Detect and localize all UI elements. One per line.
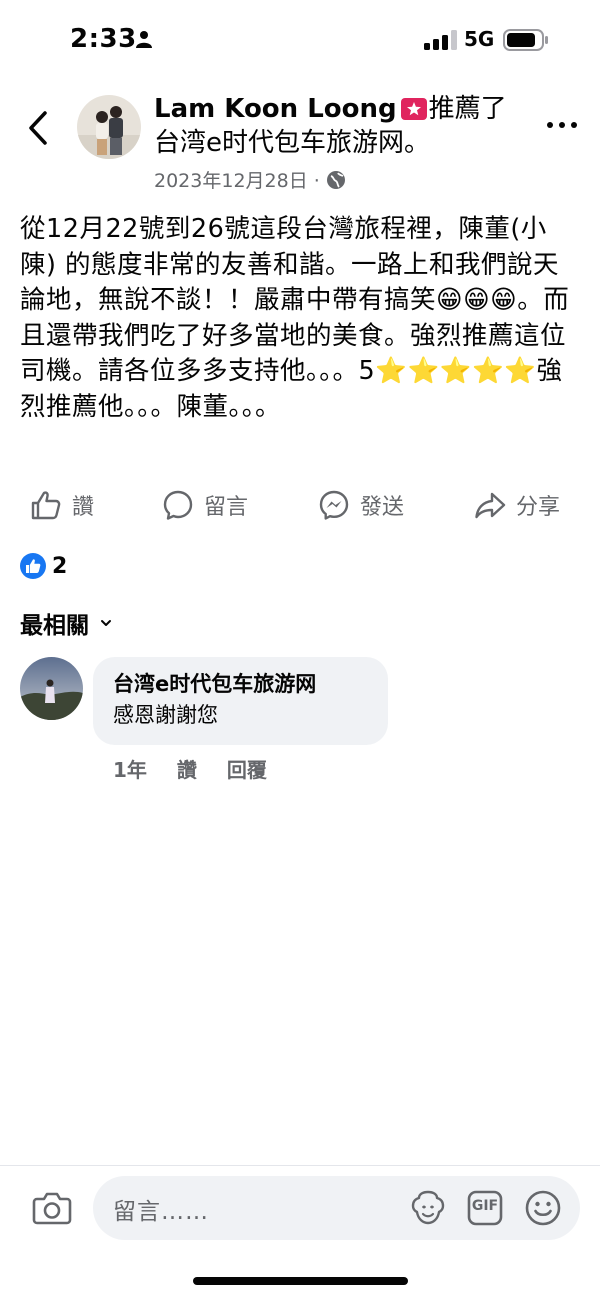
status-time: 2:33 bbox=[70, 24, 137, 54]
composer-divider bbox=[0, 1165, 600, 1166]
more-options-button[interactable] bbox=[540, 113, 584, 137]
home-indicator[interactable] bbox=[193, 1277, 408, 1285]
post-body: 從12月22號到26號這段台灣旅程裡，陳董(小陳) 的態度非常的友善和諧。一路上… bbox=[20, 214, 570, 422]
comment-sort-dropdown[interactable]: 最相關 bbox=[20, 606, 113, 640]
post-meta: 2023年12月28日 · bbox=[154, 166, 514, 193]
like-reaction-icon bbox=[20, 553, 46, 579]
reaction-count: 2 bbox=[52, 553, 68, 579]
thumbs-up-icon bbox=[31, 491, 61, 520]
share-arrow-icon bbox=[475, 492, 506, 519]
camera-icon bbox=[32, 1192, 72, 1225]
send-label: 發送 bbox=[360, 495, 405, 520]
avatar-sticker-icon[interactable] bbox=[409, 1190, 447, 1226]
commenter-avatar[interactable] bbox=[20, 657, 83, 720]
comment-bubble-icon bbox=[163, 490, 193, 520]
status-bar: 2:33 5G bbox=[0, 0, 600, 84]
recommend-star-icon bbox=[400, 98, 427, 120]
post-date[interactable]: 2023年12月28日 · bbox=[154, 166, 320, 193]
comment-button[interactable]: 留言 bbox=[162, 482, 248, 528]
comment-author[interactable]: 台湾e时代包车旅游网 bbox=[113, 669, 368, 700]
dot-icon bbox=[571, 122, 577, 128]
like-label: 讚 bbox=[72, 495, 95, 520]
comment-like-button[interactable]: 讚 bbox=[177, 754, 197, 783]
comment-text: 感恩謝謝您 bbox=[113, 703, 218, 727]
signal-icon bbox=[424, 30, 457, 50]
author-avatar[interactable] bbox=[77, 95, 141, 159]
comment-meta: 1年 讚 回覆 bbox=[113, 754, 267, 783]
comment-bubble[interactable]: 台湾e时代包车旅游网 感恩謝謝您 bbox=[93, 657, 388, 745]
battery-icon bbox=[503, 29, 548, 51]
comment-input[interactable]: 留言…… GIF bbox=[93, 1176, 580, 1240]
comment-time: 1年 bbox=[113, 758, 147, 782]
commenter-avatar-photo bbox=[20, 657, 83, 720]
send-button[interactable]: 發送 bbox=[318, 482, 404, 528]
camera-button[interactable] bbox=[32, 1190, 72, 1230]
network-type: 5G bbox=[464, 27, 495, 51]
chevron-left-icon bbox=[29, 111, 47, 145]
like-button[interactable]: 讚 bbox=[30, 482, 94, 528]
share-label: 分享 bbox=[516, 495, 561, 520]
reactions-summary[interactable]: 2 bbox=[20, 553, 67, 579]
avatar-photo bbox=[77, 95, 141, 159]
post-header: Lam Koon Loong 推薦了台湾e时代包车旅游网。 2023年12月28日… bbox=[154, 92, 514, 193]
chevron-down-icon bbox=[101, 620, 111, 626]
gif-label: GIF bbox=[471, 1198, 499, 1214]
author-line: Lam Koon Loong 推薦了台湾e时代包车旅游网。 bbox=[154, 92, 514, 160]
post-action-bar: 讚 留言 發送 分享 bbox=[0, 482, 600, 528]
gif-button[interactable]: GIF bbox=[466, 1189, 504, 1227]
comment-reply-button[interactable]: 回覆 bbox=[227, 754, 267, 783]
sort-label: 最相關 bbox=[20, 613, 89, 639]
messenger-icon bbox=[319, 490, 349, 520]
comment-input-placeholder: 留言…… bbox=[113, 1199, 209, 1225]
author-name[interactable]: Lam Koon Loong bbox=[154, 94, 397, 124]
emoji-icon[interactable] bbox=[524, 1189, 562, 1227]
dot-icon bbox=[559, 122, 565, 128]
comment-label: 留言 bbox=[204, 495, 249, 520]
share-button[interactable]: 分享 bbox=[474, 482, 560, 528]
dot-icon bbox=[547, 122, 553, 128]
globe-icon bbox=[326, 170, 345, 189]
back-button[interactable] bbox=[18, 104, 58, 152]
person-icon bbox=[136, 31, 152, 48]
